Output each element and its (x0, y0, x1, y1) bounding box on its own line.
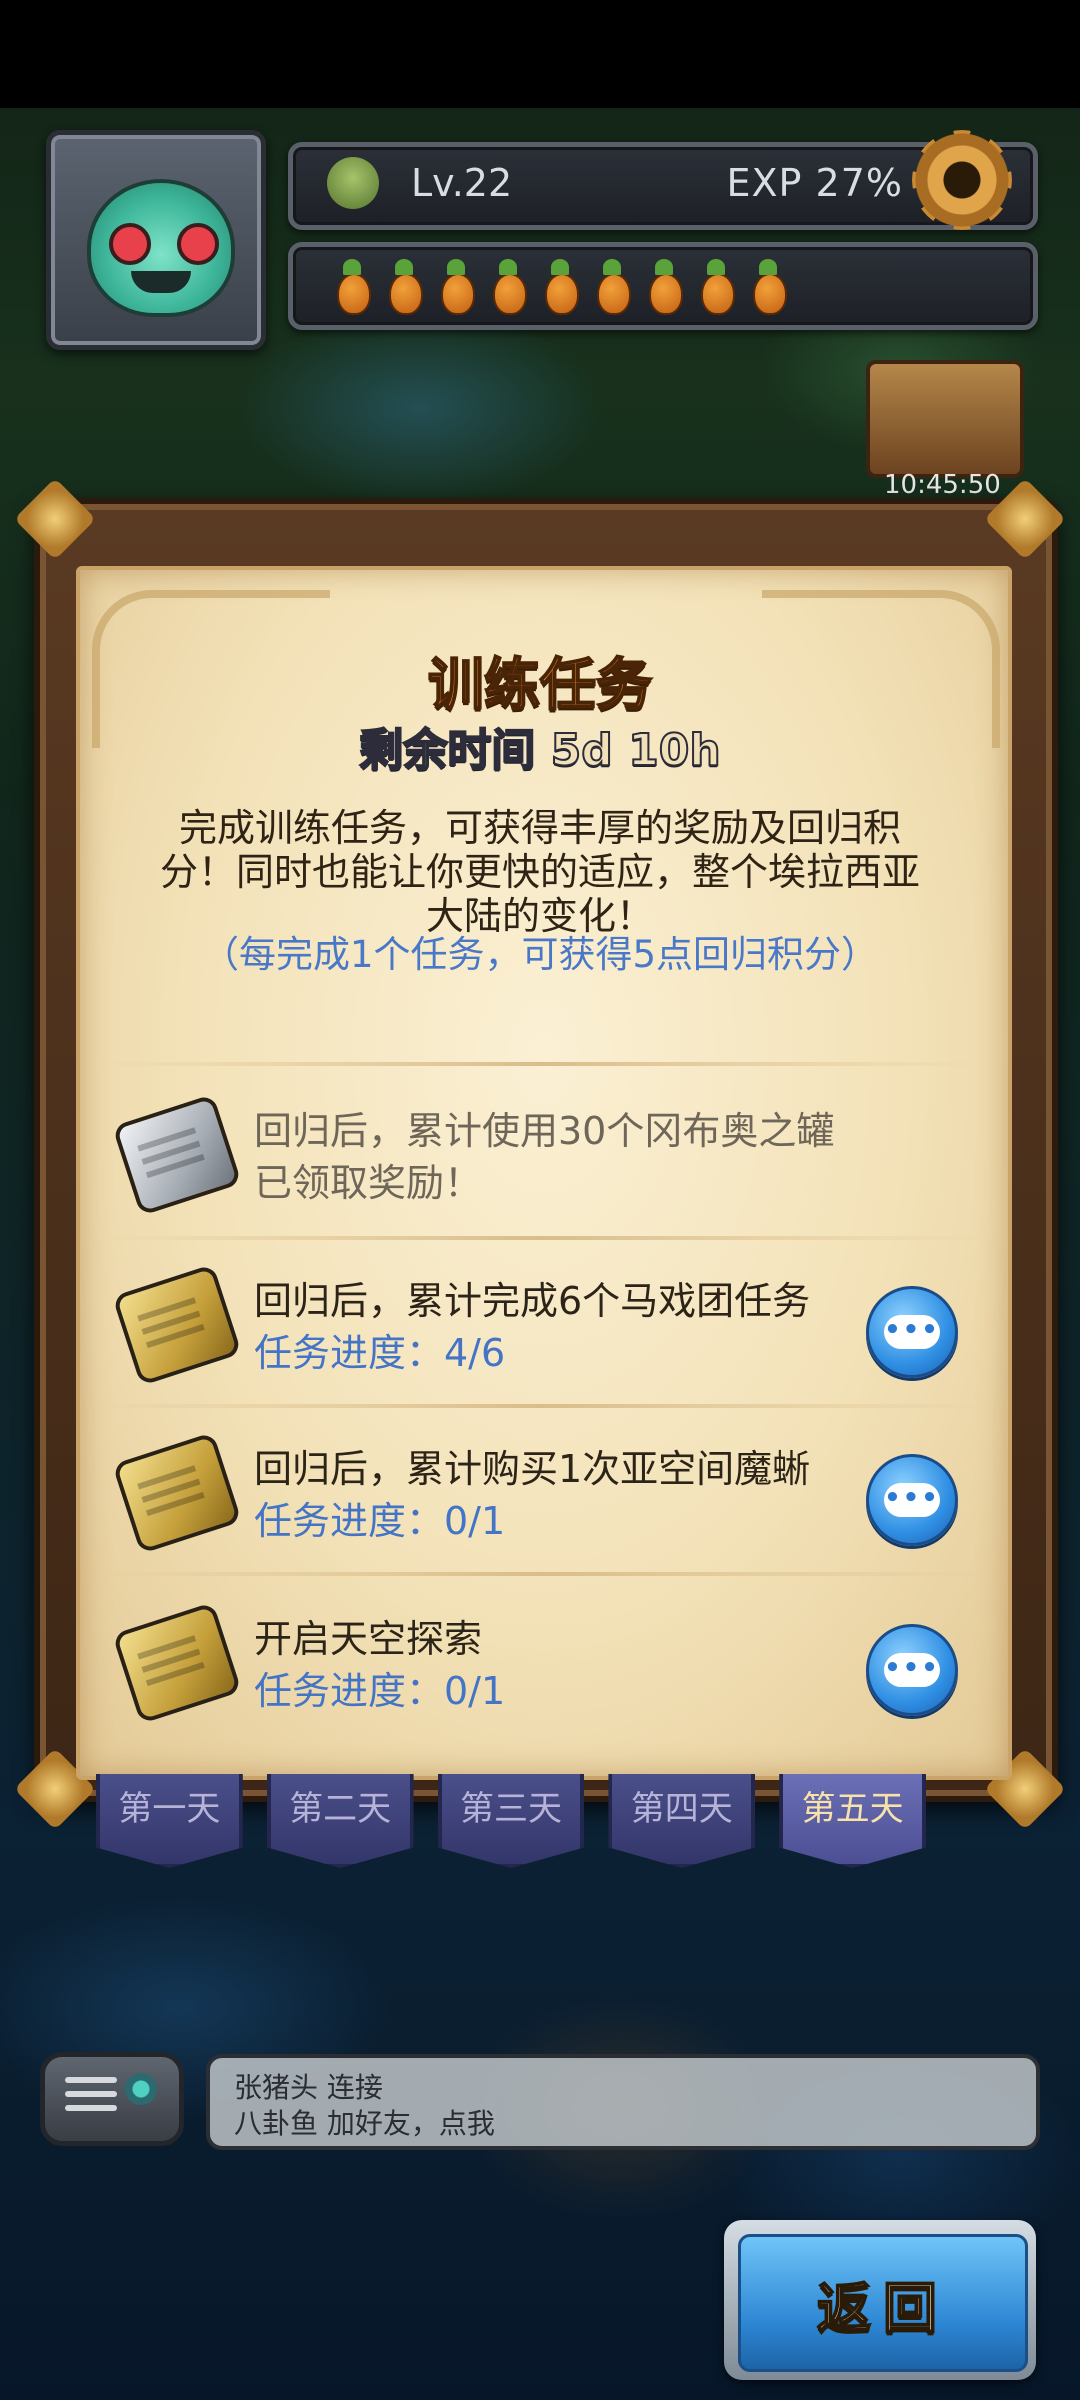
tab-day-4[interactable]: 第四天 (608, 1774, 756, 1868)
tab-day-3[interactable]: 第三天 (437, 1774, 585, 1868)
task-row: 回归后，累计完成6个马戏团任务 任务进度：4/6 ••• (96, 1246, 984, 1406)
carrot-icon (433, 259, 477, 315)
exp-percent: EXP 27% (726, 161, 903, 205)
return-button-label: 返回 (738, 2234, 1028, 2372)
carrot-icon (381, 259, 425, 315)
remaining-time: 剩余时间 5d 10h (358, 724, 721, 777)
tree-icon (327, 157, 379, 209)
task-more-button[interactable]: ••• (866, 1454, 958, 1546)
task-row: 回归后，累计购买1次亚空间魔蜥 任务进度：0/1 ••• (96, 1414, 984, 1574)
carrot-icon (641, 259, 685, 315)
chat-box[interactable]: 张猪头 连接 八卦鱼 加好友，点我 (206, 2054, 1040, 2150)
chat-line: 张猪头 连接 (234, 2071, 383, 2104)
more-dots-icon: ••• (884, 1653, 940, 1687)
avatar-face (87, 179, 235, 317)
chat-line: 八卦鱼 加好友，点我 (234, 2107, 495, 2140)
task-more-button[interactable]: ••• (866, 1286, 958, 1378)
player-avatar[interactable] (46, 130, 266, 350)
carrot-icon (329, 259, 373, 315)
menu-lines-icon (65, 2077, 117, 2083)
more-dots-icon: ••• (884, 1483, 940, 1517)
chat-status-icon (125, 2073, 157, 2105)
divider (96, 1572, 984, 1576)
carrot-icon (537, 259, 581, 315)
carrot-icon (693, 259, 737, 315)
more-dots-icon: ••• (884, 1315, 940, 1349)
task-row: 回归后，累计使用30个冈布奥之罐 已领取奖励！ (96, 1076, 984, 1236)
settings-gear-icon[interactable] (912, 130, 1012, 230)
task-row: 开启天空探索 任务进度：0/1 ••• (96, 1584, 984, 1744)
task-title: 回归后，累计使用30个冈布奥之罐 (254, 1109, 835, 1153)
task-title: 开启天空探索 (254, 1617, 483, 1661)
day-tabs: 第一天 第二天 第三天 第四天 第五天 (96, 1774, 926, 1874)
gold-scroll-icon (112, 1263, 242, 1387)
task-progress: 任务进度：0/1 (254, 1499, 506, 1543)
task-title: 回归后，累计完成6个马戏团任务 (254, 1279, 811, 1323)
task-progress: 任务进度：0/1 (254, 1669, 506, 1713)
gold-scroll-icon (112, 1601, 242, 1725)
carrot-icon (589, 259, 633, 315)
panel-title: 训练任务 (427, 652, 653, 719)
divider (96, 1236, 984, 1240)
divider (96, 1062, 984, 1066)
carrot-row (329, 259, 789, 315)
player-level: Lv.22 (411, 161, 513, 205)
treasure-chest-icon[interactable] (866, 360, 1024, 478)
tab-day-5[interactable]: 第五天 (779, 1774, 926, 1868)
points-note: （每完成1个任务，可获得5点回归积分） (201, 933, 879, 976)
task-more-button[interactable]: ••• (866, 1624, 958, 1716)
task-progress: 任务进度：4/6 (254, 1331, 506, 1375)
stamina-bar (288, 242, 1038, 330)
tab-day-1[interactable]: 第一天 (96, 1774, 243, 1868)
chat-menu-button[interactable] (40, 2052, 184, 2146)
silver-scroll-icon (112, 1093, 242, 1217)
carrot-icon (745, 259, 789, 315)
return-button[interactable]: 返回 (724, 2220, 1036, 2380)
clock-readout: 10:45:50 (884, 470, 1001, 500)
panel-description: 完成训练任务，可获得丰厚的奖励及回归积分！同时也能让你更快的适应，整个埃拉西亚大… (159, 806, 920, 938)
tab-day-2[interactable]: 第二天 (266, 1774, 414, 1868)
task-status: 已领取奖励！ (254, 1161, 483, 1205)
gold-scroll-icon (112, 1431, 242, 1555)
task-title: 回归后，累计购买1次亚空间魔蜥 (254, 1447, 811, 1491)
carrot-icon (485, 259, 529, 315)
divider (96, 1404, 984, 1408)
